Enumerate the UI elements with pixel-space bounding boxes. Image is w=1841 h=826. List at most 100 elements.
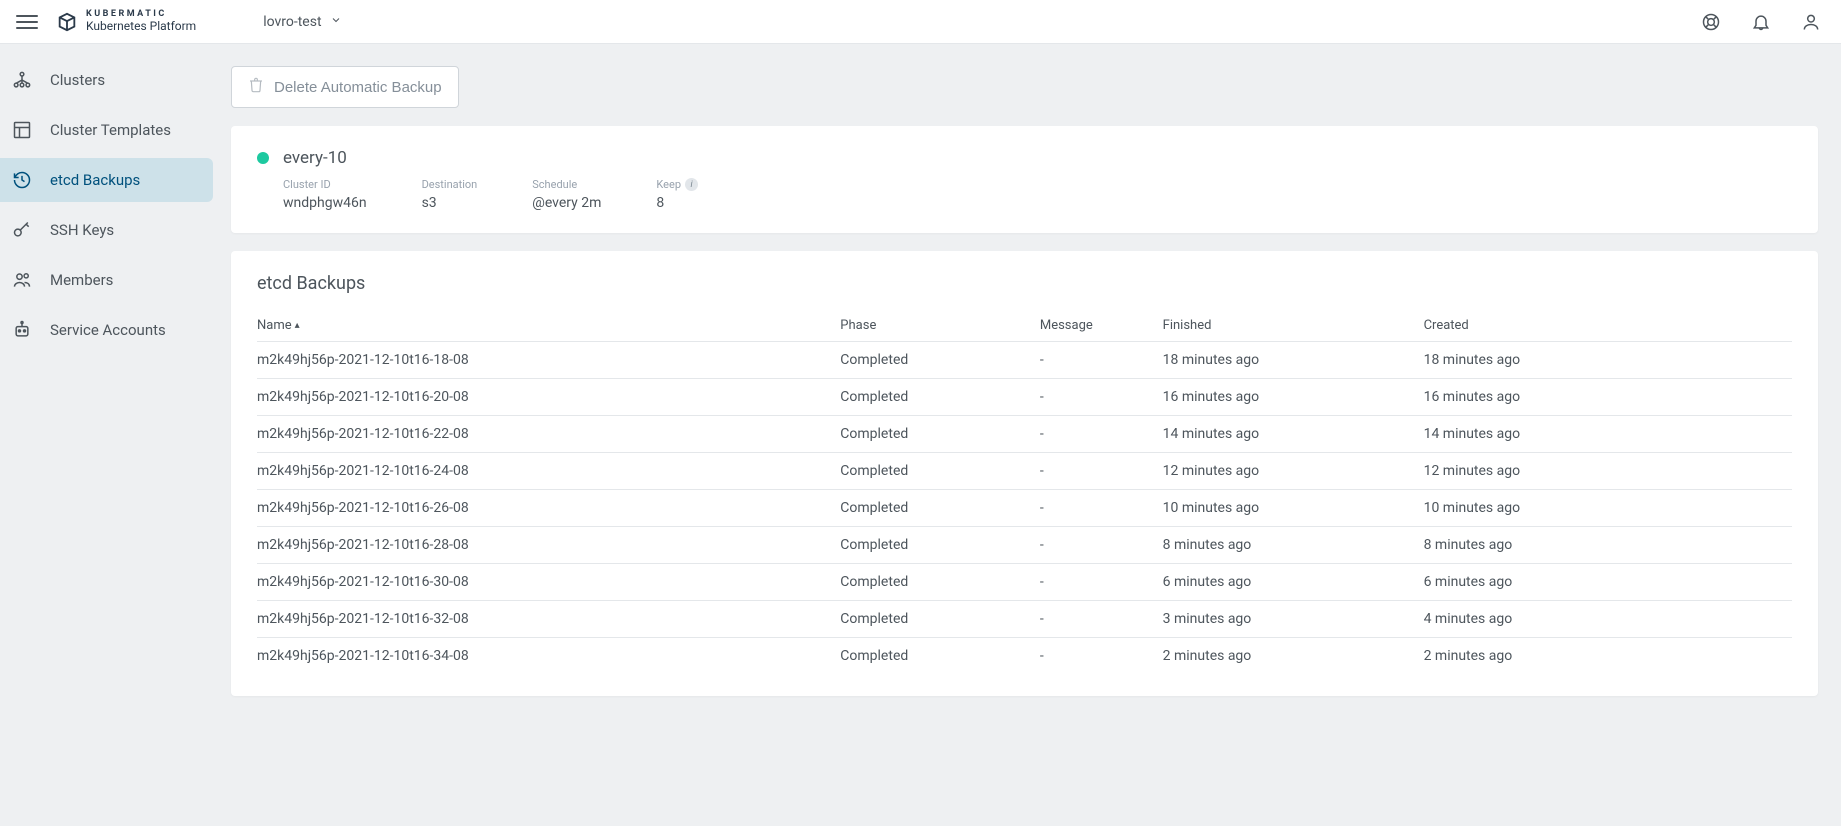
- sidebar-item-members[interactable]: Members: [0, 258, 213, 302]
- sidebar-item-label: Clusters: [50, 71, 105, 89]
- status-dot-icon: [257, 152, 269, 164]
- cell-message: -: [1040, 490, 1163, 527]
- table-row[interactable]: m2k49hj56p-2021-12-10t16-18-08Completed-…: [257, 342, 1792, 379]
- cell-name: m2k49hj56p-2021-12-10t16-20-08: [257, 379, 840, 416]
- backup-name: every-10: [283, 148, 347, 168]
- project-name: lovro-test: [263, 14, 321, 30]
- cell-phase: Completed: [840, 453, 1040, 490]
- main-content: Delete Automatic Backup every-10 Cluster…: [213, 44, 1840, 726]
- info-icon[interactable]: i: [685, 178, 698, 191]
- sidebar-item-etcd-backups[interactable]: etcd Backups: [0, 158, 213, 202]
- cell-finished: 6 minutes ago: [1163, 564, 1424, 601]
- field-label: Cluster ID: [283, 178, 367, 191]
- table-row[interactable]: m2k49hj56p-2021-12-10t16-34-08Completed-…: [257, 638, 1792, 675]
- cell-created: 6 minutes ago: [1424, 564, 1792, 601]
- cell-phase: Completed: [840, 379, 1040, 416]
- clusters-icon: [12, 70, 32, 90]
- table-row[interactable]: m2k49hj56p-2021-12-10t16-30-08Completed-…: [257, 564, 1792, 601]
- sidebar-item-clusters[interactable]: Clusters: [0, 58, 213, 102]
- summary-keep: Keep i 8: [656, 178, 698, 211]
- cell-name: m2k49hj56p-2021-12-10t16-18-08: [257, 342, 840, 379]
- brand-logo[interactable]: KUBERMATIC Kubernetes Platform: [56, 10, 196, 32]
- field-value: s3: [422, 195, 478, 211]
- cell-name: m2k49hj56p-2021-12-10t16-26-08: [257, 490, 840, 527]
- cell-name: m2k49hj56p-2021-12-10t16-34-08: [257, 638, 840, 675]
- summary-destination: Destination s3: [422, 178, 478, 211]
- cell-name: m2k49hj56p-2021-12-10t16-24-08: [257, 453, 840, 490]
- history-icon: [12, 170, 32, 190]
- trash-icon: [248, 77, 264, 97]
- cell-created: 2 minutes ago: [1424, 638, 1792, 675]
- cell-created: 16 minutes ago: [1424, 379, 1792, 416]
- field-label: Keep i: [656, 178, 698, 191]
- cell-phase: Completed: [840, 601, 1040, 638]
- backup-summary-card: every-10 Cluster ID wndphgw46n Destinati…: [231, 126, 1818, 233]
- brand-bottom: Kubernetes Platform: [86, 20, 196, 33]
- cell-message: -: [1040, 638, 1163, 675]
- table-row[interactable]: m2k49hj56p-2021-12-10t16-24-08Completed-…: [257, 453, 1792, 490]
- cell-message: -: [1040, 379, 1163, 416]
- user-icon[interactable]: [1799, 10, 1823, 34]
- notifications-icon[interactable]: [1749, 10, 1773, 34]
- menu-toggle-button[interactable]: [10, 9, 44, 35]
- cell-finished: 16 minutes ago: [1163, 379, 1424, 416]
- cell-created: 8 minutes ago: [1424, 527, 1792, 564]
- table-row[interactable]: m2k49hj56p-2021-12-10t16-22-08Completed-…: [257, 416, 1792, 453]
- cell-finished: 10 minutes ago: [1163, 490, 1424, 527]
- field-value: 8: [656, 195, 698, 211]
- field-label: Schedule: [532, 178, 601, 191]
- kubermatic-logo-icon: [56, 11, 78, 33]
- cell-message: -: [1040, 453, 1163, 490]
- backups-table: Name▴ Phase Message Finished Created m2k…: [257, 308, 1792, 674]
- field-value: wndphgw46n: [283, 195, 367, 211]
- cell-created: 4 minutes ago: [1424, 601, 1792, 638]
- cell-created: 10 minutes ago: [1424, 490, 1792, 527]
- field-label: Destination: [422, 178, 478, 191]
- sidebar: Clusters Cluster Templates etcd Backups …: [0, 44, 213, 358]
- templates-icon: [12, 120, 32, 140]
- cell-created: 14 minutes ago: [1424, 416, 1792, 453]
- column-header-finished[interactable]: Finished: [1163, 308, 1424, 342]
- cell-finished: 18 minutes ago: [1163, 342, 1424, 379]
- cell-message: -: [1040, 527, 1163, 564]
- cell-phase: Completed: [840, 490, 1040, 527]
- table-row[interactable]: m2k49hj56p-2021-12-10t16-28-08Completed-…: [257, 527, 1792, 564]
- cell-phase: Completed: [840, 638, 1040, 675]
- cell-phase: Completed: [840, 564, 1040, 601]
- column-header-message[interactable]: Message: [1040, 308, 1163, 342]
- key-icon: [12, 220, 32, 240]
- sidebar-item-label: Members: [50, 271, 113, 289]
- cell-finished: 14 minutes ago: [1163, 416, 1424, 453]
- cell-created: 12 minutes ago: [1424, 453, 1792, 490]
- sidebar-item-cluster-templates[interactable]: Cluster Templates: [0, 108, 213, 152]
- table-row[interactable]: m2k49hj56p-2021-12-10t16-20-08Completed-…: [257, 379, 1792, 416]
- cell-name: m2k49hj56p-2021-12-10t16-32-08: [257, 601, 840, 638]
- cell-name: m2k49hj56p-2021-12-10t16-22-08: [257, 416, 840, 453]
- table-row[interactable]: m2k49hj56p-2021-12-10t16-32-08Completed-…: [257, 601, 1792, 638]
- column-header-name[interactable]: Name▴: [257, 308, 840, 342]
- column-header-phase[interactable]: Phase: [840, 308, 1040, 342]
- sidebar-item-service-accounts[interactable]: Service Accounts: [0, 308, 213, 352]
- delete-automatic-backup-button[interactable]: Delete Automatic Backup: [231, 66, 459, 108]
- topbar: KUBERMATIC Kubernetes Platform lovro-tes…: [0, 0, 1841, 44]
- cell-name: m2k49hj56p-2021-12-10t16-30-08: [257, 564, 840, 601]
- summary-schedule: Schedule @every 2m: [532, 178, 601, 211]
- robot-icon: [12, 320, 32, 340]
- sidebar-item-ssh-keys[interactable]: SSH Keys: [0, 208, 213, 252]
- table-title: etcd Backups: [257, 273, 1792, 294]
- cell-finished: 3 minutes ago: [1163, 601, 1424, 638]
- sidebar-item-label: etcd Backups: [50, 171, 140, 189]
- chevron-down-icon: [330, 14, 342, 30]
- cell-name: m2k49hj56p-2021-12-10t16-28-08: [257, 527, 840, 564]
- help-icon[interactable]: [1699, 10, 1723, 34]
- column-header-created[interactable]: Created: [1424, 308, 1792, 342]
- sidebar-item-label: Cluster Templates: [50, 121, 171, 139]
- cell-finished: 8 minutes ago: [1163, 527, 1424, 564]
- sidebar-item-label: SSH Keys: [50, 221, 114, 239]
- backups-table-card: etcd Backups Name▴ Phase Message Finishe…: [231, 251, 1818, 696]
- cell-phase: Completed: [840, 416, 1040, 453]
- table-row[interactable]: m2k49hj56p-2021-12-10t16-26-08Completed-…: [257, 490, 1792, 527]
- project-selector[interactable]: lovro-test: [263, 14, 341, 30]
- sidebar-item-label: Service Accounts: [50, 321, 166, 339]
- cell-message: -: [1040, 342, 1163, 379]
